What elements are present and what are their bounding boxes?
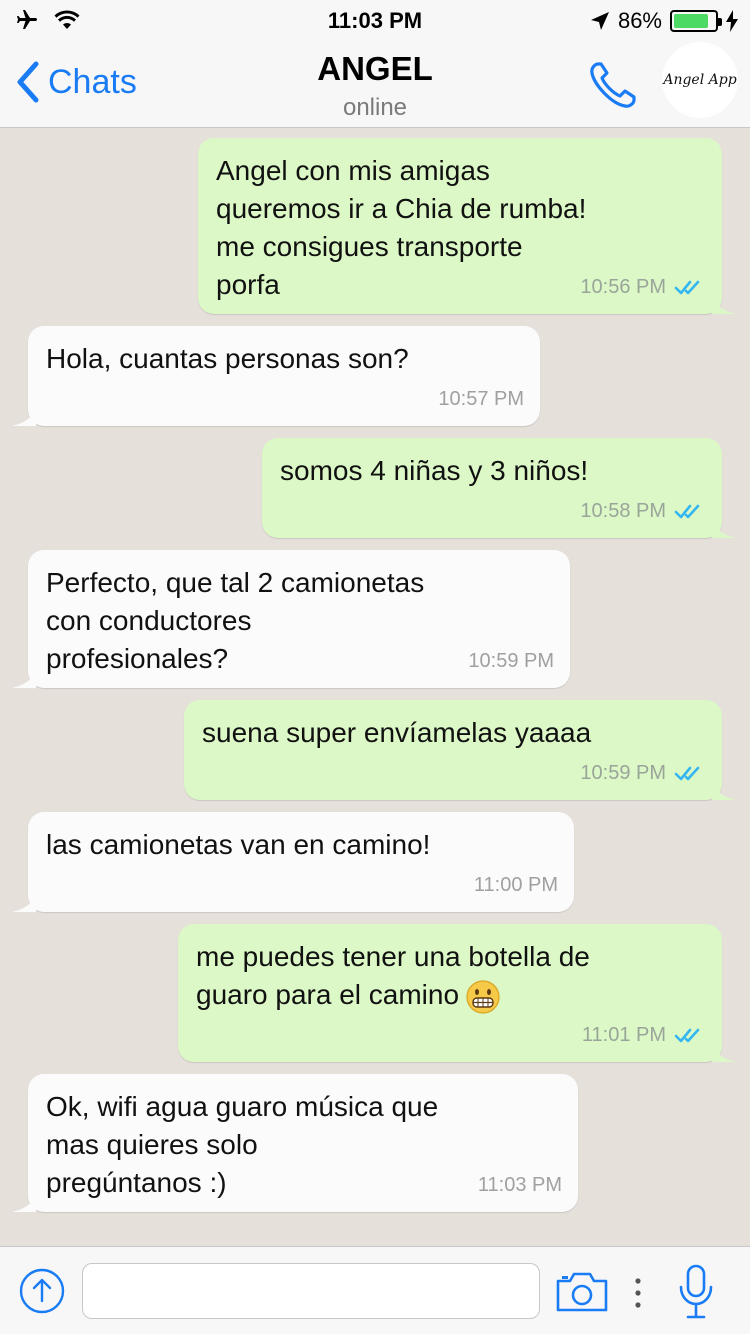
avatar-text: Angel App <box>663 72 737 88</box>
message-meta: 10:59 PM <box>468 642 554 680</box>
message-meta: 10:56 PM <box>580 268 706 306</box>
message-input[interactable] <box>82 1263 540 1319</box>
bubble-tail <box>12 890 36 912</box>
message-text: suena super envíamelas yaaaa <box>202 717 592 748</box>
battery-icon <box>670 10 722 32</box>
bubble-tail <box>712 1040 736 1062</box>
message-bubble-incoming[interactable]: Hola, cuantas personas son? 10:57 PM <box>12 326 540 426</box>
share-upload-icon[interactable] <box>18 1267 66 1315</box>
message-bubble-incoming[interactable]: las camionetas van en camino! 11:00 PM <box>12 812 574 912</box>
charging-bolt-icon <box>726 10 738 32</box>
camera-icon[interactable] <box>554 1267 610 1315</box>
bubble-tail <box>712 292 736 314</box>
location-arrow-icon <box>590 12 609 30</box>
status-right: 86% <box>590 8 738 34</box>
grimacing-face-icon <box>466 980 500 1014</box>
message-meta: 11:00 PM <box>474 866 558 904</box>
message-bubble-incoming[interactable]: Ok, wifi agua guaro música que mas quier… <box>12 1074 578 1212</box>
message-meta: 10:58 PM <box>580 492 706 530</box>
more-dots-icon[interactable] <box>628 1273 648 1313</box>
double-check-icon <box>674 1028 700 1043</box>
bubble-tail <box>712 778 736 800</box>
message-bubble-incoming[interactable]: Perfecto, que tal 2 camionetas con condu… <box>12 550 570 688</box>
message-time: 11:01 PM <box>581 1024 666 1046</box>
message-text-body: me puedes tener una botella de guaro par… <box>196 941 590 1010</box>
double-check-icon <box>674 504 700 519</box>
bubble-tail <box>712 516 736 538</box>
message-time: 10:59 PM <box>580 762 666 784</box>
message-bubble-outgoing[interactable]: suena super envíamelas yaaaa 10:59 PM <box>184 700 736 800</box>
double-check-icon <box>674 280 700 295</box>
message-meta: 11:01 PM <box>582 1016 706 1054</box>
avatar[interactable]: Angel App <box>662 42 738 118</box>
phone-call-icon[interactable] <box>586 58 640 112</box>
message-time: 10:58 PM <box>580 500 666 522</box>
chat-area[interactable]: Angel con mis amigas queremos ir a Chia … <box>0 128 750 1246</box>
message-text: las camionetas van en camino! <box>46 829 431 860</box>
message-meta: 10:59 PM <box>580 754 706 792</box>
message-time: 10:57 PM <box>438 388 524 410</box>
message-time: 10:59 PM <box>468 650 554 672</box>
battery-fill <box>674 14 709 28</box>
double-check-icon <box>674 766 700 781</box>
message-meta: 11:03 PM <box>478 1166 562 1204</box>
message-meta: 10:57 PM <box>438 380 524 418</box>
message-bubble-outgoing[interactable]: me puedes tener una botella de guaro par… <box>178 924 736 1062</box>
bubble-tail <box>12 404 36 426</box>
message-time: 11:00 PM <box>473 874 558 896</box>
message-bubble-outgoing[interactable]: somos 4 niñas y 3 niños! 10:58 PM <box>262 438 736 538</box>
bubble-tail <box>12 666 36 688</box>
message-input-bar <box>0 1246 750 1334</box>
message-text: somos 4 niñas y 3 niños! <box>280 455 589 486</box>
bubble-tail <box>12 1190 36 1212</box>
nav-bar: Chats ANGEL online Angel App <box>0 40 750 128</box>
message-time: 11:03 PM <box>477 1174 562 1196</box>
message-text: me puedes tener una botella de guaro par… <box>196 938 704 1015</box>
message-bubble-outgoing[interactable]: Angel con mis amigas queremos ir a Chia … <box>198 138 736 314</box>
message-text: Hola, cuantas personas son? <box>46 343 409 374</box>
status-bar: 11:03 PM 86% <box>0 0 750 40</box>
microphone-icon[interactable] <box>676 1263 716 1321</box>
message-time: 10:56 PM <box>580 276 666 298</box>
battery-percent: 86% <box>617 8 662 33</box>
